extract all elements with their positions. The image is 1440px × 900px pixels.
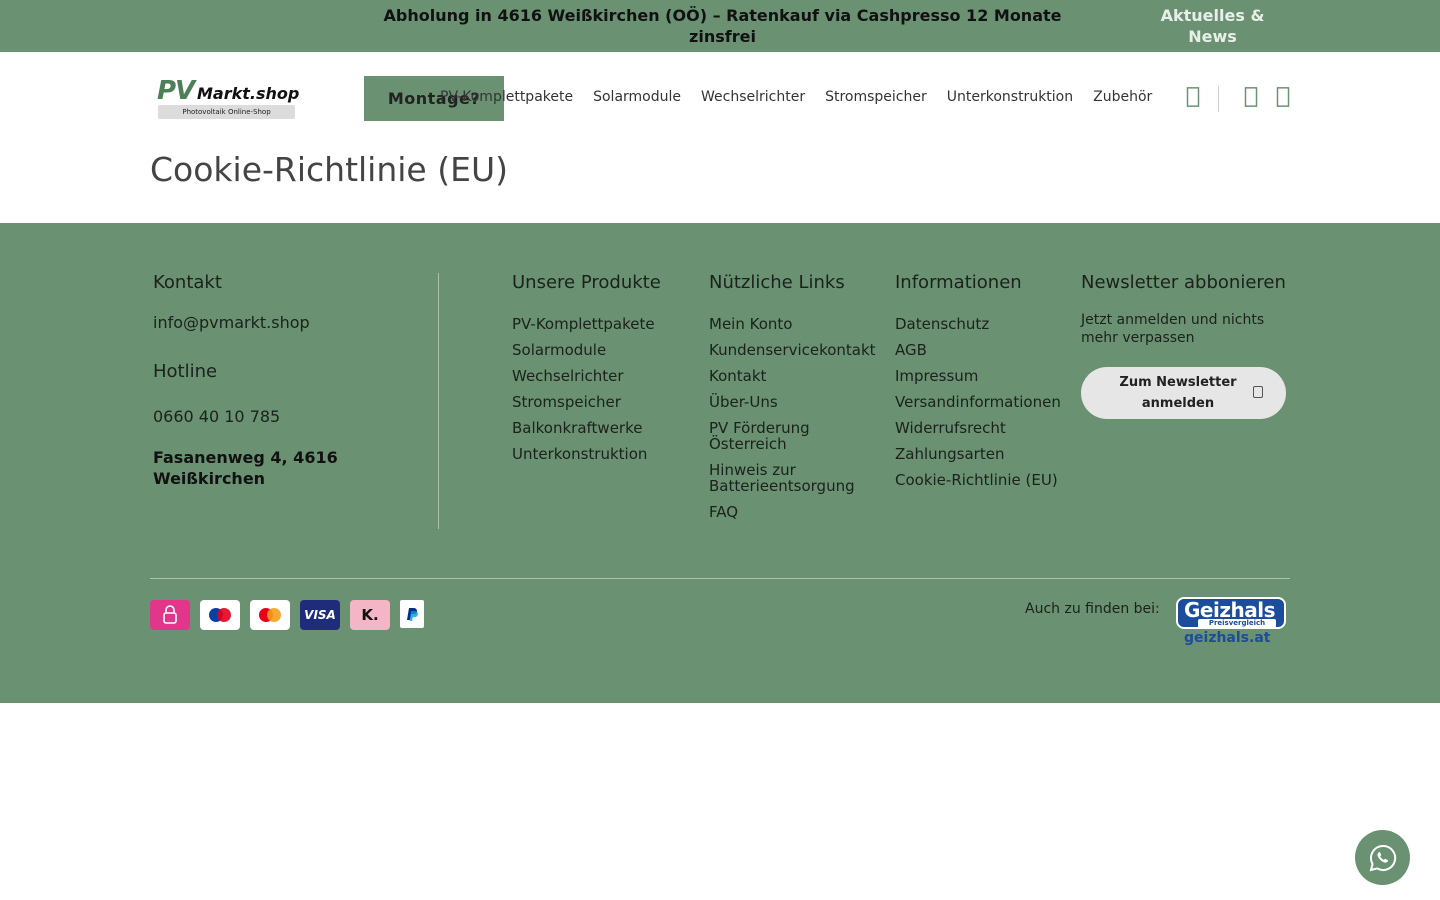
whatsapp-icon: [1369, 844, 1396, 871]
logo-subtitle: Photovoltaik Online-Shop: [158, 105, 295, 119]
top-announcement-bar: Abholung in 4616 Weißkirchen (OÖ) – Rate…: [0, 0, 1440, 52]
maestro-icon: [200, 600, 240, 630]
site-logo[interactable]: PV Markt.shop Photovoltaik Online-Shop: [157, 76, 300, 122]
footer-link-pv-foerderung[interactable]: PV Förderung Österreich: [709, 420, 829, 452]
footer-links-list: Mein Konto Kundenservicekontakt Kontakt …: [709, 316, 889, 530]
newsletter-icon: [1253, 386, 1263, 398]
logo-markt: Markt.shop: [197, 84, 300, 103]
nav-item-stromspeicher[interactable]: Stromspeicher: [825, 89, 927, 105]
footer-link-datenschutz[interactable]: Datenschutz: [895, 316, 1061, 332]
newsletter-button-label: Zum Newsletter anmelden: [1119, 375, 1237, 411]
user-icon[interactable]: [1244, 86, 1258, 108]
klarna-icon: K.: [350, 600, 390, 630]
footer-email-link[interactable]: info@pvmarkt.shop: [153, 313, 310, 332]
footer-link-agb[interactable]: AGB: [895, 342, 1061, 358]
main-nav: PV-Komplettpakete Solarmodule Wechselric…: [440, 89, 1152, 105]
news-link[interactable]: Aktuelles & News: [1145, 5, 1280, 47]
footer-column-divider: [438, 273, 439, 529]
announcement-text: Abholung in 4616 Weißkirchen (OÖ) – Rate…: [383, 6, 1062, 46]
footer-link-wechselrichter[interactable]: Wechselrichter: [512, 368, 655, 384]
footer-link-solarmodule[interactable]: Solarmodule: [512, 342, 655, 358]
geizhals-domain: geizhals.at: [1184, 630, 1271, 646]
footer-link-versandinformationen[interactable]: Versandinformationen: [895, 394, 1061, 410]
footer-link-widerrufsrecht[interactable]: Widerrufsrecht: [895, 420, 1061, 436]
paypal-icon: [400, 600, 424, 628]
footer-link-unterkonstruktion[interactable]: Unterkonstruktion: [512, 446, 655, 462]
footer-link-zahlungsarten[interactable]: Zahlungsarten: [895, 446, 1061, 462]
footer-link-kundenservicekontakt[interactable]: Kundenservicekontakt: [709, 342, 889, 358]
footer-produkte-heading: Unsere Produkte: [512, 272, 661, 293]
newsletter-button[interactable]: Zum Newsletter anmelden: [1081, 367, 1286, 419]
geizhals-sub: Preisvergleich: [1198, 619, 1276, 628]
footer-link-mein-konto[interactable]: Mein Konto: [709, 316, 889, 332]
footer-informationen-heading: Informationen: [895, 272, 1022, 293]
footer-link-ueber-uns[interactable]: Über-Uns: [709, 394, 889, 410]
footer-link-balkonkraftwerke[interactable]: Balkonkraftwerke: [512, 420, 655, 436]
footer-newsletter-heading: Newsletter abbonieren: [1081, 272, 1286, 293]
whatsapp-button[interactable]: [1355, 830, 1410, 885]
footer-link-kontakt[interactable]: Kontakt: [709, 368, 889, 384]
page-title: Cookie-Richtlinie (EU): [150, 150, 508, 189]
nav-item-pv-komplettpakete[interactable]: PV-Komplettpakete: [440, 89, 573, 105]
nav-item-unterkonstruktion[interactable]: Unterkonstruktion: [947, 89, 1073, 105]
nav-item-zubehoer[interactable]: Zubehör: [1093, 89, 1152, 105]
footer-produkte-list: PV-Komplettpakete Solarmodule Wechselric…: [512, 316, 655, 472]
footer-address: Fasanenweg 4, 4616 Weißkirchen: [153, 448, 338, 488]
site-header: PV Markt.shop Photovoltaik Online-Shop M…: [0, 52, 1440, 144]
footer-link-pv-komplettpakete[interactable]: PV-Komplettpakete: [512, 316, 655, 332]
footer-kontakt-heading: Kontakt: [153, 272, 222, 293]
footer-link-impressum[interactable]: Impressum: [895, 368, 1061, 384]
auch-zu-finden-text: Auch zu finden bei:: [1025, 601, 1160, 617]
footer-newsletter-text: Jetzt anmelden und nichts mehr verpassen: [1081, 312, 1265, 346]
footer-phone-link[interactable]: 0660 40 10 785: [153, 407, 280, 426]
site-footer: Kontakt info@pvmarkt.shop Hotline 0660 4…: [0, 223, 1440, 703]
header-divider: [1218, 86, 1219, 112]
cashpresso-icon: [150, 600, 190, 630]
footer-link-stromspeicher[interactable]: Stromspeicher: [512, 394, 655, 410]
mastercard-icon: [250, 600, 290, 630]
nav-item-wechselrichter[interactable]: Wechselrichter: [701, 89, 805, 105]
geizhals-logo[interactable]: Geizhals Preisvergleich geizhals.at: [1176, 597, 1286, 649]
footer-link-cookie-richtlinie[interactable]: Cookie-Richtlinie (EU): [895, 472, 1061, 488]
footer-divider: [150, 578, 1290, 579]
logo-pv: PV: [157, 76, 195, 106]
visa-icon: VISA: [300, 600, 340, 630]
footer-hotline-heading: Hotline: [153, 361, 218, 382]
search-icon[interactable]: [1186, 86, 1200, 108]
footer-links-heading: Nützliche Links: [709, 272, 845, 293]
nav-item-solarmodule[interactable]: Solarmodule: [593, 89, 681, 105]
footer-link-batterieentsorgung[interactable]: Hinweis zur Batterieentsorgung: [709, 462, 869, 494]
cart-icon[interactable]: [1276, 86, 1290, 108]
footer-informationen-list: Datenschutz AGB Impressum Versandinforma…: [895, 316, 1061, 498]
footer-link-faq[interactable]: FAQ: [709, 504, 889, 520]
